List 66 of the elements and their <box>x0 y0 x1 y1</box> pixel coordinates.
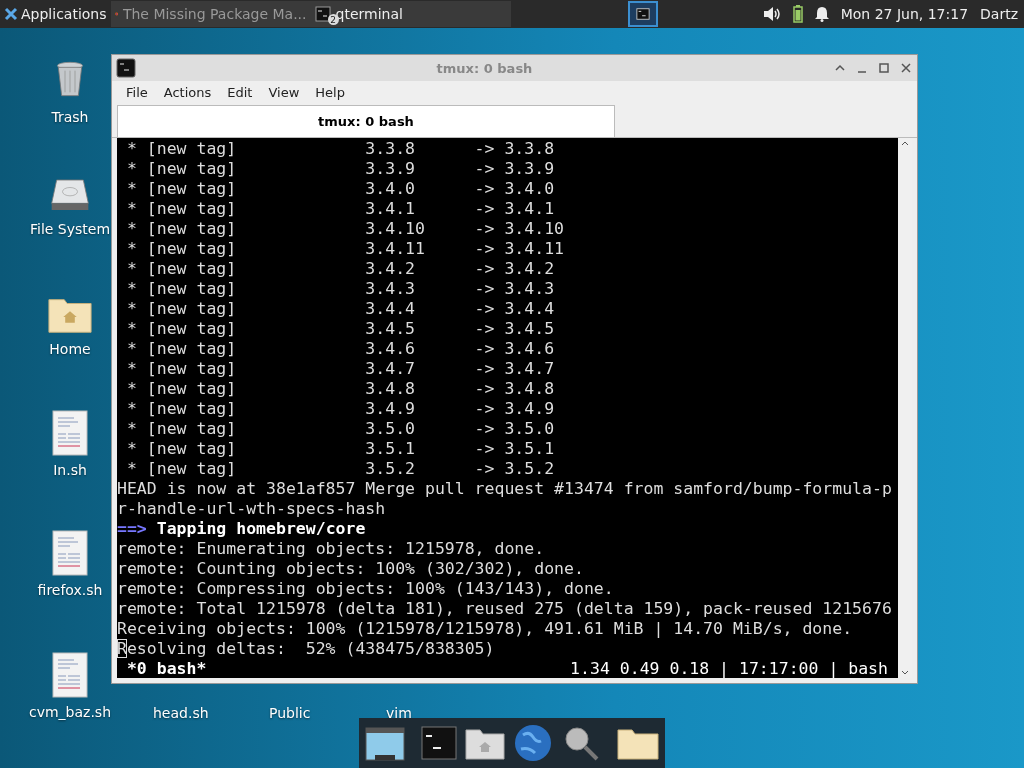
terminal-line: * [new tag] 3.4.10 -> 3.4.10 <box>125 219 566 239</box>
desktop-icon-label[interactable]: File System <box>29 221 111 237</box>
terminal-line: r-handle-url-wth-specs-hash <box>117 499 387 519</box>
window-title: tmux: 0 bash <box>435 60 534 76</box>
terminal-icon <box>635 7 650 21</box>
desktop-icon-label[interactable]: Home <box>49 341 91 357</box>
terminal-line: * [new tag] 3.4.8 -> 3.4.8 <box>125 379 556 399</box>
desktop-icon-label[interactable]: cvm_baz.sh <box>28 704 112 720</box>
tmux-status-info: 1.34 0.49 0.18 | 17:17:00 | bash <box>570 659 888 679</box>
terminal-app-icon <box>116 58 136 78</box>
terminal-line: * [new tag] 3.4.11 -> 3.4.11 <box>125 239 566 259</box>
script-file-icon <box>52 652 88 698</box>
menu-item[interactable]: Edit <box>219 84 261 100</box>
terminal-icon <box>314 6 331 22</box>
notification-bell-icon[interactable] <box>814 6 829 22</box>
terminal-icon[interactable] <box>421 726 457 760</box>
folder-icon[interactable] <box>617 726 659 760</box>
terminal-line: * [new tag] 3.5.1 -> 3.5.1 <box>125 439 556 459</box>
taskbar-button[interactable]: The Missing Package Ma... <box>110 1 311 27</box>
terminal-line: * [new tag] 3.4.4 -> 3.4.4 <box>125 299 556 319</box>
menu-item[interactable]: View <box>260 84 308 100</box>
close-button[interactable] <box>899 61 913 75</box>
terminal-line: * [new tag] 3.4.6 -> 3.4.6 <box>125 339 556 359</box>
terminal-line: * [new tag] 3.3.9 -> 3.3.9 <box>125 159 556 179</box>
desktop-icon-label[interactable]: Trash <box>51 109 89 125</box>
terminal-line: * [new tag] 3.4.5 -> 3.4.5 <box>125 319 556 339</box>
terminal-line: * [new tag] 3.4.1 -> 3.4.1 <box>125 199 556 219</box>
desktop-icon-label[interactable]: Public <box>269 705 311 721</box>
terminal-line: * [new tag] 3.4.7 -> 3.4.7 <box>125 359 556 379</box>
globe-icon[interactable] <box>513 723 553 763</box>
script-file-icon <box>52 530 88 576</box>
terminal-line: Resolving deltas: 52% (438475/838305) <box>117 639 496 659</box>
battery-icon[interactable] <box>792 5 803 23</box>
script-file-icon <box>52 410 88 456</box>
volume-icon[interactable] <box>762 6 781 22</box>
terminal-line: ==> Tapping homebrew/core <box>117 519 367 539</box>
maximize-button[interactable] <box>877 61 891 75</box>
menu-item[interactable]: File <box>118 84 156 100</box>
terminal-line: remote: Total 1215978 (delta 181), reused 275 (delta 159), pack-reused 1215676 <box>117 599 893 619</box>
clock[interactable]: Mon 27 Jun, 17:17 <box>840 6 969 22</box>
terminal-line: * [new tag] 3.5.2 -> 3.5.2 <box>125 459 556 479</box>
terminal-line: HEAD is now at 38e1af857 Merge pull request #13474 from samford/bump-formula-p <box>117 479 893 499</box>
workspace-button[interactable] <box>627 1 658 27</box>
tmux-window-label: *0 bash* <box>125 659 207 679</box>
terminal-line: Receiving objects: 100% (1215978/1215978), 491.61 MiB | 14.70 MiB/s, done. <box>117 619 854 639</box>
terminal-line: * [new tag] 3.4.0 -> 3.4.0 <box>125 179 556 199</box>
desktop-icon-label[interactable]: In.sh <box>53 462 87 478</box>
desktop-icon-label[interactable]: vim <box>386 705 412 721</box>
show-desktop-icon[interactable] <box>365 725 405 761</box>
menu-item[interactable]: Help <box>307 84 353 100</box>
home-folder-icon[interactable] <box>465 726 505 760</box>
terminal-tab[interactable]: tmux: 0 bash <box>117 105 615 137</box>
x-logo-icon <box>4 7 18 21</box>
applications-menu[interactable]: Applications <box>0 0 111 28</box>
desktop-icon-label[interactable]: firefox.sh <box>37 582 103 598</box>
terminal-line: * [new tag] 3.4.9 -> 3.4.9 <box>125 399 556 419</box>
terminal-line: * [new tag] 3.4.3 -> 3.4.3 <box>125 279 556 299</box>
terminal-line: * [new tag] 3.5.0 -> 3.5.0 <box>125 419 556 439</box>
terminal-line: * [new tag] 3.4.2 -> 3.4.2 <box>125 259 556 279</box>
terminal-line: * [new tag] 3.3.8 -> 3.3.8 <box>125 139 556 159</box>
menu-item[interactable]: Actions <box>155 84 220 100</box>
desktop-icon-label[interactable]: head.sh <box>153 705 209 721</box>
terminal-line: remote: Counting objects: 100% (302/302), done. <box>117 559 585 579</box>
user-menu[interactable]: Dartz <box>980 6 1018 22</box>
terminal-line: remote: Enumerating objects: 1215978, done. <box>117 539 546 559</box>
terminal-line: remote: Compressing objects: 100% (143/143), done. <box>117 579 615 599</box>
